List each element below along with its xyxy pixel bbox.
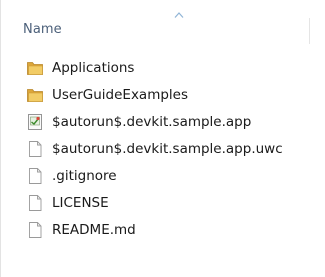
blank-file-icon <box>29 141 42 157</box>
file-name: $autorun$.devkit.sample.app.uwc <box>52 141 283 157</box>
file-name: .gitignore <box>52 168 117 184</box>
blank-file-icon <box>29 195 42 211</box>
file-list-pane: Name Applications UserGuideExamples $aut… <box>0 0 325 277</box>
pane-border <box>0 0 1 277</box>
folder-icon <box>27 89 43 102</box>
blank-file-icon <box>29 168 42 184</box>
blank-file-icon <box>29 222 42 238</box>
file-name: Applications <box>52 60 135 76</box>
file-name: $autorun$.devkit.sample.app <box>52 114 252 130</box>
list-item-readme[interactable]: README.md <box>20 219 310 241</box>
file-name: LICENSE <box>52 195 109 211</box>
column-header-name[interactable]: Name <box>11 17 311 43</box>
app-file-icon <box>28 114 42 130</box>
list-item-userguideexamples[interactable]: UserGuideExamples <box>20 84 310 106</box>
list-item-gitignore[interactable]: .gitignore <box>20 165 310 187</box>
list-item-applications[interactable]: Applications <box>20 57 310 79</box>
column-divider[interactable] <box>309 18 310 44</box>
file-name: README.md <box>52 222 136 238</box>
column-header-label: Name <box>23 22 62 37</box>
file-name: UserGuideExamples <box>52 87 189 103</box>
list-item-autorun-app-uwc[interactable]: $autorun$.devkit.sample.app.uwc <box>20 138 310 160</box>
folder-icon <box>27 62 43 75</box>
list-item-license[interactable]: LICENSE <box>20 192 310 214</box>
list-item-autorun-app[interactable]: $autorun$.devkit.sample.app <box>20 111 310 133</box>
